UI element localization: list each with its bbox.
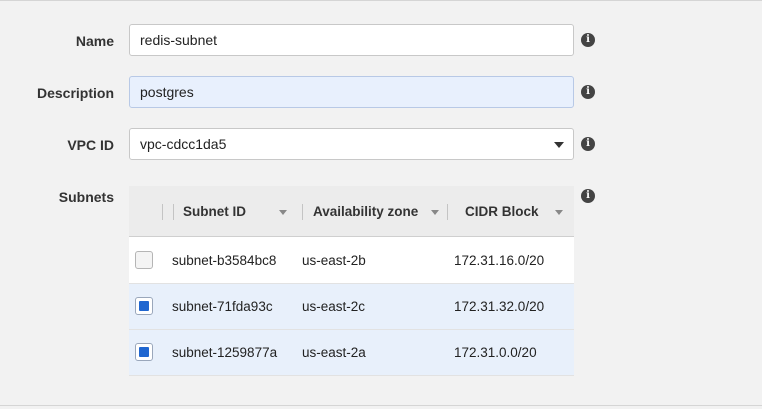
cell-subnet-id: subnet-1259877a bbox=[172, 345, 278, 360]
table-header: Subnet ID Availability zone CIDR Block bbox=[129, 186, 574, 237]
top-divider bbox=[0, 0, 762, 1]
cell-cidr-block: 172.31.32.0/20 bbox=[454, 299, 545, 314]
subnets-label: Subnets bbox=[58, 189, 114, 205]
column-header-availability-zone[interactable]: Availability zone bbox=[313, 186, 449, 237]
info-icon[interactable]: i bbox=[581, 85, 595, 99]
info-icon[interactable]: i bbox=[581, 137, 595, 151]
table-row[interactable]: subnet-b3584bc8 us-east-2b 172.31.16.0/2… bbox=[129, 238, 574, 284]
sort-caret-icon bbox=[279, 210, 287, 215]
name-input[interactable]: redis-subnet bbox=[129, 24, 574, 56]
column-header-label: Availability zone bbox=[313, 204, 419, 219]
vpc-select-value: vpc-cdcc1da5 bbox=[140, 136, 227, 152]
column-header-subnet-id[interactable]: Subnet ID bbox=[183, 186, 303, 237]
sort-caret-icon bbox=[431, 210, 439, 215]
column-header-cidr-block[interactable]: CIDR Block bbox=[465, 186, 571, 237]
vpc-select[interactable]: vpc-cdcc1da5 bbox=[129, 128, 574, 160]
column-divider bbox=[173, 204, 174, 220]
vpc-label: VPC ID bbox=[67, 137, 114, 153]
bottom-divider bbox=[0, 405, 762, 406]
column-divider bbox=[447, 204, 448, 220]
name-label: Name bbox=[75, 33, 114, 49]
sort-caret-icon bbox=[555, 210, 563, 215]
info-icon[interactable]: i bbox=[581, 189, 595, 203]
row-checkbox[interactable] bbox=[135, 251, 153, 269]
table-row[interactable]: subnet-71fda93c us-east-2c 172.31.32.0/2… bbox=[129, 284, 574, 330]
column-divider bbox=[302, 204, 303, 220]
row-checkbox[interactable] bbox=[135, 343, 153, 361]
subnet-table: Subnet ID Availability zone CIDR Block s… bbox=[129, 186, 574, 376]
column-header-label: CIDR Block bbox=[465, 204, 539, 219]
cell-subnet-id: subnet-b3584bc8 bbox=[172, 253, 277, 268]
chevron-down-icon bbox=[554, 142, 564, 148]
cell-availability-zone: us-east-2a bbox=[302, 345, 366, 360]
cell-cidr-block: 172.31.0.0/20 bbox=[454, 345, 537, 360]
cell-availability-zone: us-east-2b bbox=[302, 253, 366, 268]
cell-cidr-block: 172.31.16.0/20 bbox=[454, 253, 545, 268]
row-checkbox[interactable] bbox=[135, 297, 153, 315]
description-label: Description bbox=[36, 85, 114, 101]
column-divider bbox=[162, 204, 163, 220]
cell-subnet-id: subnet-71fda93c bbox=[172, 299, 273, 314]
info-icon[interactable]: i bbox=[581, 33, 595, 47]
cell-availability-zone: us-east-2c bbox=[302, 299, 366, 314]
column-header-label: Subnet ID bbox=[183, 204, 246, 219]
table-row[interactable]: subnet-1259877a us-east-2a 172.31.0.0/20 bbox=[129, 330, 574, 376]
description-input[interactable]: postgres bbox=[129, 76, 574, 108]
